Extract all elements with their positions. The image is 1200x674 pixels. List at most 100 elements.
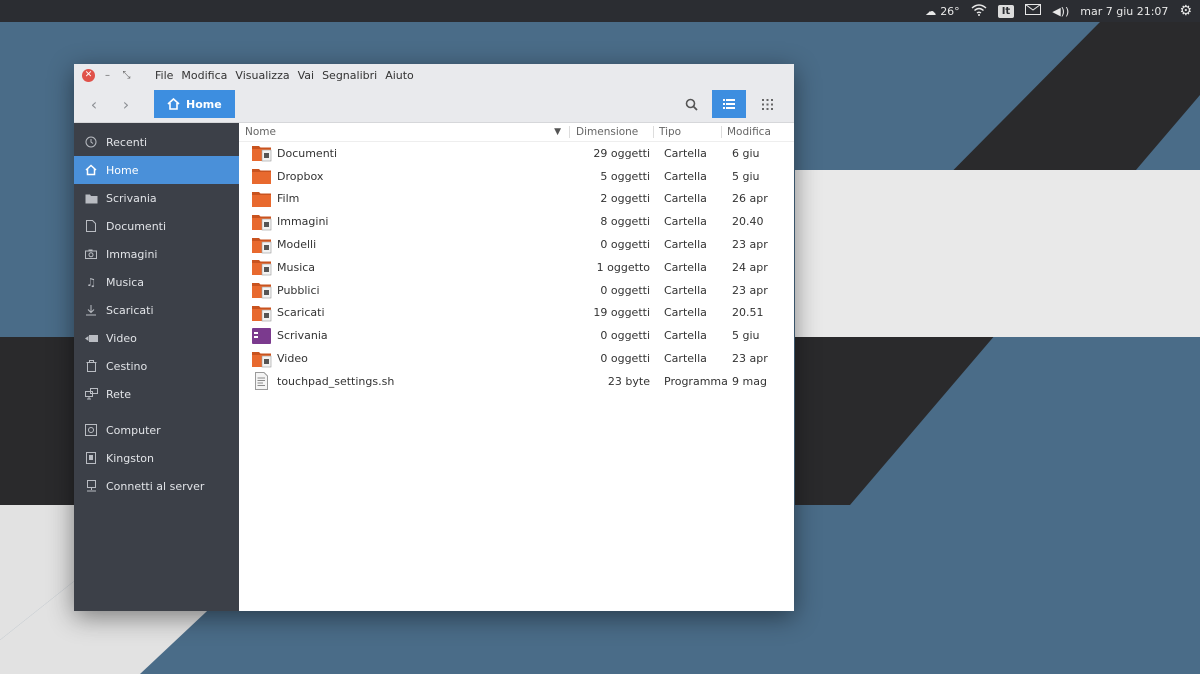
table-row[interactable]: Video 0 oggetti Cartella 23 apr <box>239 347 794 370</box>
sidebar: Recenti Home Scrivania Documenti Immagin… <box>74 123 239 611</box>
menu-vai[interactable]: Vai <box>294 69 318 82</box>
file-name: Modelli <box>277 238 317 252</box>
sidebar-item-computer[interactable]: Computer <box>74 416 239 444</box>
column-header-name[interactable]: Nome ▼ <box>239 126 569 138</box>
back-arrow-icon[interactable]: ‹ <box>84 94 104 114</box>
sidebar-item-home[interactable]: Home <box>74 156 239 184</box>
file-name: Video <box>277 352 308 366</box>
volume-icon[interactable]: ◀)) <box>1052 5 1069 18</box>
file-type: Programma <box>664 374 728 388</box>
folder-public-icon <box>251 281 272 299</box>
clock[interactable]: mar 7 giu 21:07 <box>1080 5 1168 18</box>
file-modified: 5 giu <box>732 329 760 343</box>
table-row[interactable]: Modelli 0 oggetti Cartella 23 apr <box>239 233 794 256</box>
menu-segnalibri[interactable]: Segnalibri <box>318 69 381 82</box>
column-header-size[interactable]: Dimensione <box>569 126 653 138</box>
keyboard-layout-indicator[interactable]: It <box>997 4 1015 18</box>
sidebar-item-kingston[interactable]: Kingston <box>74 444 239 472</box>
file-name-cell: Video <box>239 350 569 368</box>
sidebar-item-label: Computer <box>106 423 161 437</box>
sidebar-item-label: Documenti <box>106 219 167 233</box>
document-icon <box>84 219 98 233</box>
table-row[interactable]: Scrivania 0 oggetti Cartella 5 giu <box>239 324 794 347</box>
sidebar-item-musica[interactable]: ♫ Musica <box>74 268 239 296</box>
mail-icon[interactable] <box>1025 4 1042 18</box>
sidebar-item-video[interactable]: Video <box>74 324 239 352</box>
menu-aiuto[interactable]: Aiuto <box>381 69 418 82</box>
column-header-modified[interactable]: Modifica <box>721 126 791 138</box>
sidebar-item-immagini[interactable]: Immagini <box>74 240 239 268</box>
file-name-cell: Scaricati <box>239 304 569 322</box>
weather-indicator[interactable]: ☁ 26° <box>925 5 960 18</box>
settings-gear-icon[interactable]: ⚙ <box>1179 3 1192 19</box>
table-row[interactable]: Immagini 8 oggetti Cartella 20.40 <box>239 210 794 233</box>
menubar: ✕ – ⤡ File Modifica Visualizza Vai Segna… <box>74 64 794 86</box>
table-row[interactable]: Documenti 29 oggetti Cartella 6 giu <box>239 142 794 165</box>
file-type: Cartella <box>664 169 707 183</box>
path-home-button[interactable]: Home <box>154 90 235 118</box>
column-header-type[interactable]: Tipo <box>653 126 721 138</box>
weather-temperature: 26° <box>940 4 960 18</box>
file-name-cell: Immagini <box>239 213 569 231</box>
sidebar-item-recenti[interactable]: Recenti <box>74 128 239 156</box>
sidebar-item-documenti[interactable]: Documenti <box>74 212 239 240</box>
file-type: Cartella <box>664 329 707 343</box>
sidebar-item-connetti-server[interactable]: Connetti al server <box>74 472 239 500</box>
wifi-icon[interactable] <box>971 3 987 19</box>
folder-icon <box>251 190 272 208</box>
table-row[interactable]: Film 2 oggetti Cartella 26 apr <box>239 188 794 211</box>
sidebar-item-label: Rete <box>106 387 131 401</box>
file-name: Pubblici <box>277 283 320 297</box>
sidebar-item-rete[interactable]: Rete <box>74 380 239 408</box>
file-modified: 23 apr <box>732 238 768 252</box>
cloud-icon: ☁ <box>925 4 937 18</box>
file-manager-window: ✕ – ⤡ File Modifica Visualizza Vai Segna… <box>74 64 794 611</box>
file-type: Cartella <box>664 283 707 297</box>
file-type: Cartella <box>664 146 707 160</box>
forward-arrow-icon[interactable]: › <box>116 94 136 114</box>
minimize-window-icon[interactable]: – <box>101 69 114 82</box>
file-name: Documenti <box>277 146 338 160</box>
folder-icon <box>251 167 272 185</box>
list-view-icon[interactable] <box>712 90 746 118</box>
home-icon <box>84 163 98 177</box>
table-row[interactable]: Scaricati 19 oggetti Cartella 20.51 <box>239 302 794 325</box>
sidebar-item-label: Scrivania <box>106 191 157 205</box>
menu-visualizza[interactable]: Visualizza <box>231 69 293 82</box>
search-icon[interactable] <box>674 90 708 118</box>
download-icon <box>84 303 98 317</box>
file-modified: 24 apr <box>732 260 768 274</box>
menu-file[interactable]: File <box>151 69 177 82</box>
table-row[interactable]: Pubblici 0 oggetti Cartella 23 apr <box>239 279 794 302</box>
table-row[interactable]: Musica 1 oggetto Cartella 24 apr <box>239 256 794 279</box>
file-size: 0 oggetti <box>600 329 650 343</box>
file-type: Cartella <box>664 352 707 366</box>
file-size: 2 oggetti <box>600 192 650 206</box>
sidebar-item-cestino[interactable]: Cestino <box>74 352 239 380</box>
table-row[interactable]: Dropbox 5 oggetti Cartella 5 giu <box>239 165 794 188</box>
grid-view-icon[interactable] <box>750 90 784 118</box>
sidebar-item-scrivania[interactable]: Scrivania <box>74 184 239 212</box>
file-modified: 5 giu <box>732 169 760 183</box>
sidebar-item-scaricati[interactable]: Scaricati <box>74 296 239 324</box>
file-type: Cartella <box>664 215 707 229</box>
file-size: 1 oggetto <box>596 260 650 274</box>
sidebar-item-label: Scaricati <box>106 303 154 317</box>
file-size: 19 oggetti <box>593 306 650 320</box>
table-row[interactable]: touchpad_settings.sh 23 byte Programma 9 ma… <box>239 370 794 393</box>
sidebar-item-label: Kingston <box>106 451 154 465</box>
file-name-cell: Film <box>239 190 569 208</box>
file-size: 29 oggetti <box>593 146 650 160</box>
file-type: Cartella <box>664 192 707 206</box>
sidebar-separator <box>74 408 239 416</box>
restore-window-icon[interactable]: ⤡ <box>120 69 133 82</box>
file-name-cell: touchpad_settings.sh <box>239 372 569 391</box>
close-window-icon[interactable]: ✕ <box>82 68 95 82</box>
menu-modifica[interactable]: Modifica <box>177 69 231 82</box>
file-name-cell: Musica <box>239 258 569 276</box>
folder-videos-icon <box>251 350 272 368</box>
file-name: Immagini <box>277 215 329 229</box>
script-file-icon <box>251 372 272 391</box>
file-modified: 23 apr <box>732 352 768 366</box>
file-size: 0 oggetti <box>600 238 650 252</box>
